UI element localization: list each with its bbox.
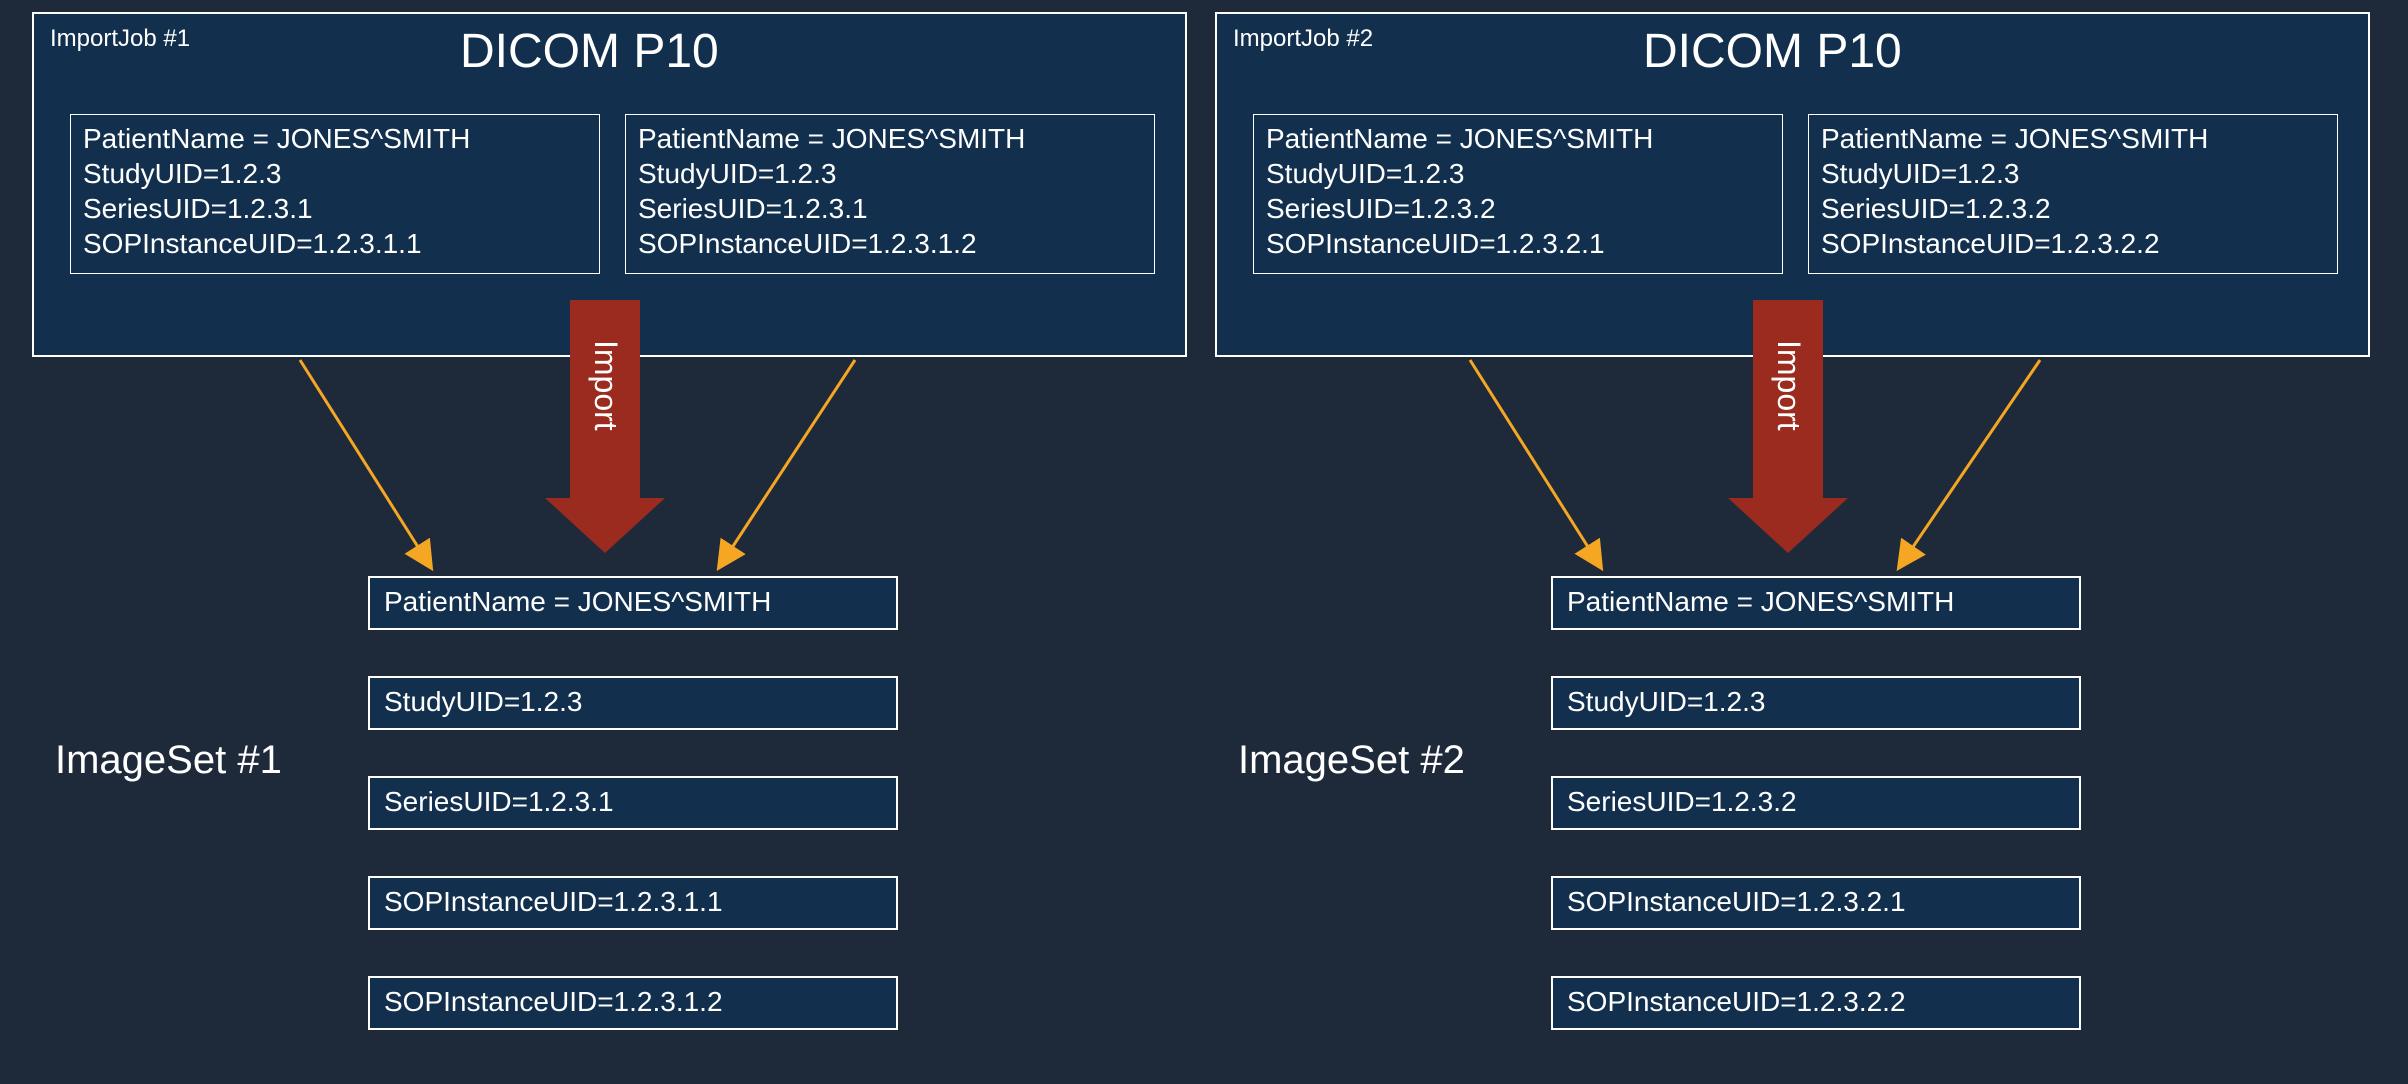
job2-import-arrow: Import [1728,300,1848,560]
job2-instance-2: PatientName = JONES^SMITH StudyUID=1.2.3… [1808,114,2338,274]
job2-inst1-line1: StudyUID=1.2.3 [1266,156,1770,191]
job1-import-arrow: Import [545,300,665,560]
job1-inst1-line2: SeriesUID=1.2.3.1 [83,191,587,226]
import-job-2-title: DICOM P10 [1643,24,1902,79]
job1-import-text: Import [587,340,624,431]
imageset2-row-1: StudyUID=1.2.3 [1551,676,2081,730]
imageset1-row-0: PatientName = JONES^SMITH [368,576,898,630]
job1-instance-1: PatientName = JONES^SMITH StudyUID=1.2.3… [70,114,600,274]
job2-inst2-line1: StudyUID=1.2.3 [1821,156,2325,191]
job1-inst1-line0: PatientName = JONES^SMITH [83,121,587,156]
import-job-2-label: ImportJob #2 [1233,25,1373,53]
imageset1-row-4: SOPInstanceUID=1.2.3.1.2 [368,976,898,1030]
job2-import-text: Import [1770,340,1807,431]
job1-inst1-line1: StudyUID=1.2.3 [83,156,587,191]
imageset2-row-3: SOPInstanceUID=1.2.3.2.1 [1551,876,2081,930]
job1-inst1-line3: SOPInstanceUID=1.2.3.1.1 [83,226,587,261]
imageset2-row-4: SOPInstanceUID=1.2.3.2.2 [1551,976,2081,1030]
imageset-1-label: ImageSet #1 [55,738,282,783]
job2-inst1-line3: SOPInstanceUID=1.2.3.2.1 [1266,226,1770,261]
job2-inst2-line0: PatientName = JONES^SMITH [1821,121,2325,156]
job2-inst1-line2: SeriesUID=1.2.3.2 [1266,191,1770,226]
job1-inst2-line0: PatientName = JONES^SMITH [638,121,1142,156]
job2-inst2-line2: SeriesUID=1.2.3.2 [1821,191,2325,226]
job1-inst2-line2: SeriesUID=1.2.3.1 [638,191,1142,226]
imageset2-row-2: SeriesUID=1.2.3.2 [1551,776,2081,830]
imageset1-row-3: SOPInstanceUID=1.2.3.1.1 [368,876,898,930]
imageset1-row-1: StudyUID=1.2.3 [368,676,898,730]
imageset-2-label: ImageSet #2 [1238,738,1465,783]
job1-inst2-line1: StudyUID=1.2.3 [638,156,1142,191]
imageset2-row-0: PatientName = JONES^SMITH [1551,576,2081,630]
job1-instance-2: PatientName = JONES^SMITH StudyUID=1.2.3… [625,114,1155,274]
import-job-1-label: ImportJob #1 [50,25,190,53]
job2-inst2-line3: SOPInstanceUID=1.2.3.2.2 [1821,226,2325,261]
job2-inst1-line0: PatientName = JONES^SMITH [1266,121,1770,156]
job2-instance-1: PatientName = JONES^SMITH StudyUID=1.2.3… [1253,114,1783,274]
import-job-1-title: DICOM P10 [460,24,719,79]
job1-inst2-line3: SOPInstanceUID=1.2.3.1.2 [638,226,1142,261]
imageset1-row-2: SeriesUID=1.2.3.1 [368,776,898,830]
